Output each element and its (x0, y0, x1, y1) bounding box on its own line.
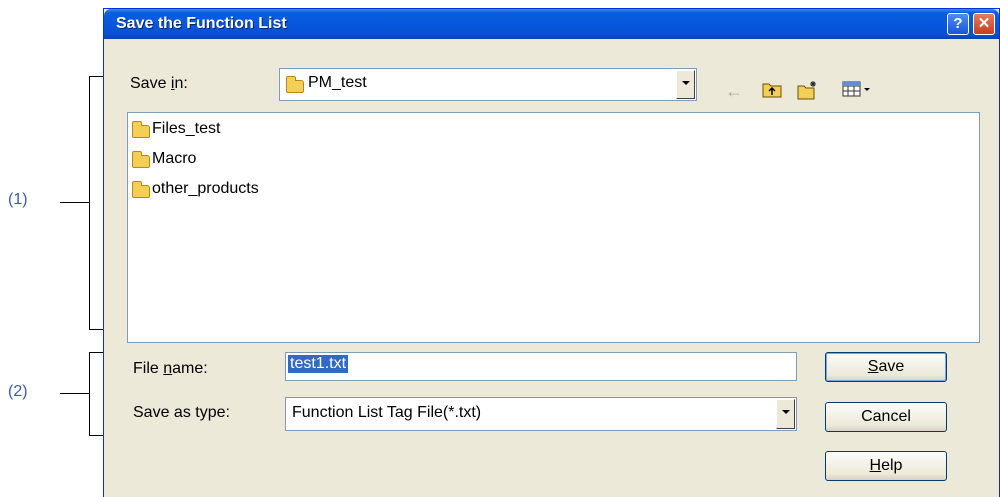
file-name-label: File name: (133, 360, 208, 377)
save-button[interactable]: Save (825, 352, 947, 382)
folder-icon (132, 181, 150, 198)
file-name-input[interactable]: test1.txt (285, 352, 797, 381)
annotation-1: (1) (8, 191, 28, 208)
chevron-down-icon[interactable] (676, 70, 695, 99)
new-folder-icon[interactable] (796, 80, 820, 102)
folder-icon (132, 121, 150, 138)
save-in-dropdown[interactable]: PM_test (279, 68, 697, 101)
save-in-value: PM_test (308, 74, 367, 91)
dialog-title: Save the Function List (116, 15, 287, 32)
save-as-type-dropdown[interactable]: Function List Tag File(*.txt) (285, 397, 797, 431)
close-button[interactable]: ✕ (973, 13, 995, 35)
save-as-type-value: Function List Tag File(*.txt) (292, 404, 482, 421)
annotation-2: (2) (8, 383, 28, 400)
annotation-2-bracket (89, 352, 103, 436)
up-folder-icon[interactable] (760, 80, 784, 102)
file-name-value: test1.txt (288, 355, 349, 373)
folder-icon (132, 151, 150, 168)
title-bar[interactable]: Save the Function List ? ✕ (104, 9, 999, 39)
back-arrow-icon[interactable]: ← (722, 80, 746, 102)
cancel-button[interactable]: Cancel (825, 402, 947, 432)
annotation-1-leader (60, 202, 90, 203)
file-list[interactable]: Files_test Macro other_products (127, 112, 980, 343)
help-button[interactable]: Help (825, 451, 947, 481)
help-title-button[interactable]: ? (947, 13, 969, 35)
views-menu-icon[interactable] (840, 80, 874, 102)
annotation-1-bracket (89, 76, 103, 330)
save-in-label: Save in: (130, 75, 188, 92)
annotation-2-leader (60, 393, 90, 394)
chevron-down-icon[interactable] (776, 399, 795, 429)
folder-icon (286, 76, 304, 93)
save-as-type-label: Save as type: (133, 404, 230, 421)
